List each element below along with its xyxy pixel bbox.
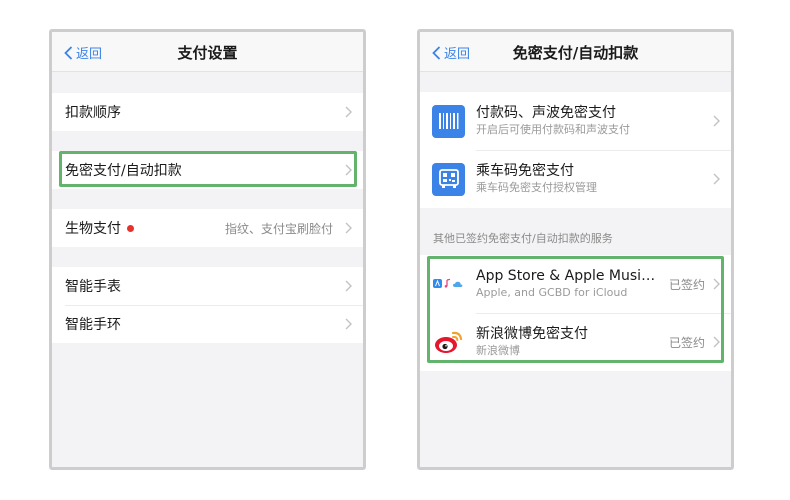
- row-label: 智能手环: [65, 317, 121, 333]
- row-title: 新浪微博免密支付: [476, 326, 588, 342]
- chevron-right-icon: [345, 222, 352, 234]
- settings-screen-password-free: 返回 免密支付/自动扣款 付款码、声波免密支付 开启后可使用付款码和声波支付 乘…: [417, 29, 734, 470]
- row-password-free-payment[interactable]: 免密支付/自动扣款: [52, 151, 363, 189]
- row-title: App Store & Apple Music...: [476, 268, 656, 284]
- row-label: 免密支付/自动扣款: [65, 163, 182, 179]
- chevron-right-icon: [345, 318, 352, 330]
- navigation-bar: 返回 支付设置: [52, 32, 363, 72]
- navigation-bar: 返回 免密支付/自动扣款: [420, 32, 731, 72]
- apple-services-icon: [432, 268, 465, 301]
- row-title: 付款码、声波免密支付: [476, 105, 616, 121]
- chevron-right-icon: [713, 173, 720, 185]
- chevron-right-icon: [713, 115, 720, 127]
- settings-screen-payment: 返回 支付设置 扣款顺序 免密支付/自动扣款 生物支付 指纹、支付宝刷脸付 智能…: [49, 29, 366, 470]
- section-header: 其他已签约免密支付/自动扣款的服务: [433, 232, 613, 245]
- row-subtitle: 新浪微博: [476, 344, 520, 357]
- page-title: 支付设置: [177, 44, 238, 62]
- row-title: 乘车码免密支付: [476, 163, 574, 179]
- row-label: 扣款顺序: [65, 105, 121, 121]
- row-label: 生物支付: [65, 221, 121, 237]
- row-subtitle: 乘车码免密支付授权管理: [476, 181, 597, 194]
- payment-methods-group: 付款码、声波免密支付 开启后可使用付款码和声波支付 乘车码免密支付 乘车码免密支…: [420, 92, 731, 208]
- chevron-right-icon: [345, 164, 352, 176]
- row-service-apple[interactable]: App Store & Apple Music... Apple, and GC…: [420, 255, 731, 313]
- row-value: 指纹、支付宝刷脸付: [224, 221, 333, 236]
- row-smart-band[interactable]: 智能手环: [52, 305, 363, 343]
- row-biometric-payment[interactable]: 生物支付 指纹、支付宝刷脸付: [52, 209, 363, 247]
- chevron-right-icon: [345, 280, 352, 292]
- weibo-icon: [432, 326, 465, 359]
- row-subtitle: Apple, and GCBD for iCloud: [476, 286, 628, 299]
- status-label: 已签约: [668, 335, 705, 350]
- settings-group: 生物支付 指纹、支付宝刷脸付: [52, 209, 363, 247]
- row-service-weibo[interactable]: 新浪微博免密支付 新浪微博 已签约: [420, 313, 731, 371]
- chevron-right-icon: [713, 336, 720, 348]
- row-payment-code[interactable]: 付款码、声波免密支付 开启后可使用付款码和声波支付: [420, 92, 731, 150]
- settings-group: 智能手表 智能手环: [52, 267, 363, 343]
- barcode-icon: [432, 104, 465, 138]
- page-title: 免密支付/自动扣款: [512, 44, 639, 62]
- chevron-right-icon: [345, 106, 352, 118]
- settings-group: 扣款顺序: [52, 93, 363, 131]
- row-transit-code[interactable]: 乘车码免密支付 乘车码免密支付授权管理: [420, 150, 731, 208]
- row-subtitle: 开启后可使用付款码和声波支付: [476, 123, 630, 136]
- notification-dot: [127, 224, 134, 232]
- status-label: 已签约: [668, 277, 705, 292]
- signed-services-group: App Store & Apple Music... Apple, and GC…: [420, 255, 731, 371]
- row-label: 智能手表: [65, 279, 121, 295]
- chevron-right-icon: [713, 278, 720, 290]
- bus-qr-icon: [432, 162, 465, 196]
- row-smart-watch[interactable]: 智能手表: [52, 267, 363, 305]
- settings-group: 免密支付/自动扣款: [52, 151, 363, 189]
- row-deduction-order[interactable]: 扣款顺序: [52, 93, 363, 131]
